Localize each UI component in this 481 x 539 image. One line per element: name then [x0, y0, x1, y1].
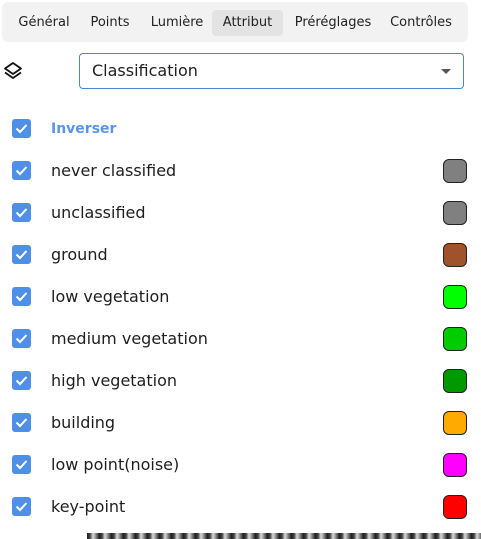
class-checkbox[interactable]	[12, 245, 31, 264]
class-checkbox[interactable]	[12, 287, 31, 306]
tab-prereglages[interactable]: Préréglages	[288, 10, 378, 36]
checkmark-icon	[15, 292, 28, 302]
settings-tab-bar: Général Points Lumière Attribut Prérégla…	[2, 2, 468, 42]
checkmark-icon	[15, 334, 28, 344]
checkmark-icon	[15, 208, 28, 218]
class-color-swatch[interactable]	[443, 243, 467, 267]
toggle-all-label[interactable]: Inverser	[51, 108, 116, 150]
class-label: low point(noise)	[51, 455, 180, 474]
class-row-ground: ground	[0, 234, 481, 276]
checkmark-icon	[15, 376, 28, 386]
class-label: never classified	[51, 161, 177, 180]
attribute-select-value: Classification	[92, 61, 198, 80]
class-color-swatch[interactable]	[443, 411, 467, 435]
class-label: building	[51, 413, 116, 432]
class-label: low vegetation	[51, 287, 170, 306]
class-checkbox[interactable]	[12, 161, 31, 180]
checkmark-icon	[15, 166, 28, 176]
class-color-swatch[interactable]	[443, 201, 467, 225]
class-label: ground	[51, 245, 108, 264]
class-label: medium vegetation	[51, 329, 208, 348]
class-row-low-point-noise: low point(noise)	[0, 444, 481, 486]
class-color-swatch[interactable]	[443, 453, 467, 477]
classification-toggle-all-row: Inverser	[0, 108, 481, 150]
attribute-select[interactable]: Classification	[79, 53, 464, 89]
checkmark-icon	[15, 502, 28, 512]
checkmark-icon	[15, 250, 28, 260]
class-color-swatch[interactable]	[443, 327, 467, 351]
class-row-low-vegetation: low vegetation	[0, 276, 481, 318]
class-checkbox[interactable]	[12, 329, 31, 348]
class-checkbox[interactable]	[12, 413, 31, 432]
tab-attribut[interactable]: Attribut	[212, 10, 283, 36]
class-row-unclassified: unclassified	[0, 192, 481, 234]
class-label: high vegetation	[51, 371, 178, 390]
class-checkbox[interactable]	[12, 371, 31, 390]
tab-general[interactable]: Général	[13, 10, 75, 36]
class-row-key-point: key-point	[0, 486, 481, 528]
class-color-swatch[interactable]	[443, 285, 467, 309]
class-label: unclassified	[51, 203, 146, 222]
class-checkbox[interactable]	[12, 203, 31, 222]
class-row-never-classified: never classified	[0, 150, 481, 192]
checkmark-icon	[15, 418, 28, 428]
class-checkbox[interactable]	[12, 497, 31, 516]
tab-lumiere[interactable]: Lumière	[145, 10, 209, 36]
class-row-medium-vegetation: medium vegetation	[0, 318, 481, 360]
class-color-swatch[interactable]	[443, 369, 467, 393]
chevron-down-icon	[441, 69, 451, 74]
tab-controles[interactable]: Contrôles	[383, 10, 459, 36]
class-checkbox[interactable]	[12, 455, 31, 474]
layers-icon[interactable]	[3, 61, 23, 81]
toggle-all-checkbox[interactable]	[12, 119, 31, 138]
class-label: key-point	[51, 497, 126, 516]
class-color-swatch[interactable]	[443, 495, 467, 519]
class-color-swatch[interactable]	[443, 159, 467, 183]
tab-points[interactable]: Points	[83, 10, 137, 36]
checkmark-icon	[15, 460, 28, 470]
checkmark-icon	[15, 124, 28, 134]
point-cloud-viewport-edge	[87, 533, 481, 539]
class-row-building: building	[0, 402, 481, 444]
class-row-high-vegetation: high vegetation	[0, 360, 481, 402]
